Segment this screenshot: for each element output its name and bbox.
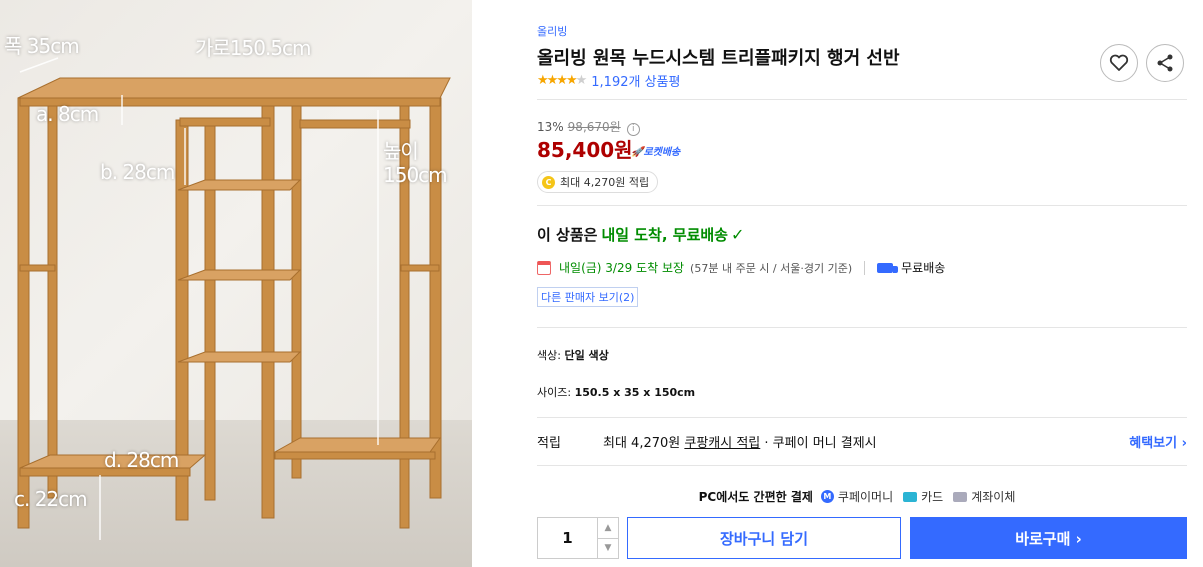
card-payment: 카드 xyxy=(903,488,943,505)
product-title: 올리빙 원목 누드시스템 트리플패키지 행거 선반 xyxy=(537,48,900,69)
separator xyxy=(864,260,866,275)
truck-icon xyxy=(877,262,899,273)
quantity-stepper[interactable]: 1 ▲ ▼ xyxy=(537,517,619,559)
arrival-headline: 이 상품은 내일 도착, 무료배송 ✓ xyxy=(537,224,744,245)
add-to-cart-button[interactable]: 장바구니 담기 xyxy=(627,517,901,559)
points-badge: C 최대 4,270원 적립 xyxy=(537,171,659,193)
discount-rate: 13% xyxy=(537,120,564,134)
arrival-green: 내일 도착, 무료배송 xyxy=(601,226,728,244)
other-sellers-button[interactable]: 다른 판매자 보기(2) xyxy=(537,287,639,307)
reward-text-before: 최대 4,270원 xyxy=(603,436,681,451)
bank-transfer: 계좌이체 xyxy=(953,488,1015,505)
review-count-link[interactable]: 1,192개 상품평 xyxy=(591,71,680,90)
dim-a: a. 8cm xyxy=(36,102,99,126)
card-icon xyxy=(903,491,918,502)
delivery-note: (57분 내 주문 시 / 서울·경기 기준) xyxy=(690,261,853,275)
product-image[interactable]: 폭 35cm 가로150.5cm 높이 150cm a. 8cm b. 28cm… xyxy=(0,0,472,567)
coupay-icon: M xyxy=(820,490,834,503)
dim-height: 150cm xyxy=(383,163,448,187)
arrival-prefix: 이 상품은 xyxy=(537,226,598,244)
payment-lead: PC에서도 간편한 결제 xyxy=(698,490,813,504)
size-option: 사이즈: 150.5 x 35 x 150cm xyxy=(537,384,695,400)
divider xyxy=(537,205,1187,206)
star-rating: ★★★★★ xyxy=(537,73,587,88)
delivery-row: 내일(금) 3/29 도착 보장 (57분 내 주문 시 / 서울·경기 기준)… xyxy=(537,259,945,276)
check-icon: ✓ xyxy=(730,225,745,244)
rocket-delivery-badge: 🚀로켓배송 xyxy=(631,147,681,158)
payment-bar: PC에서도 간편한 결제 M 쿠페이머니 카드 계좌이체 xyxy=(537,488,1187,505)
sale-price: 85,400원 xyxy=(537,138,633,162)
wishlist-button[interactable] xyxy=(1100,44,1138,82)
points-text: 최대 4,270원 적립 xyxy=(560,176,650,189)
quantity-up-button[interactable]: ▲ xyxy=(598,518,618,538)
dim-height-label: 높이 xyxy=(383,139,419,163)
free-shipping: 무료배송 xyxy=(901,261,946,275)
divider xyxy=(537,465,1187,466)
dim-d: d. 28cm xyxy=(104,448,179,472)
rating-row[interactable]: ★★★★★ 1,192개 상품평 xyxy=(537,71,680,90)
quantity-down-button[interactable]: ▼ xyxy=(598,537,618,559)
product-info: 올리빙 올리빙 원목 누드시스템 트리플패키지 행거 선반 ★★★★★ 1,19… xyxy=(537,0,1187,567)
share-icon xyxy=(1157,54,1173,72)
dim-length: 가로150.5cm xyxy=(195,36,312,60)
coupang-cash-link[interactable]: 쿠팡캐시 적립 xyxy=(684,432,760,451)
size-value: 150.5 x 35 x 150cm xyxy=(574,386,696,399)
share-button[interactable] xyxy=(1146,44,1184,82)
reward-label: 적립 xyxy=(537,436,561,451)
delivery-date: 내일(금) 3/29 도착 보장 xyxy=(559,261,685,275)
size-label: 사이즈: xyxy=(537,386,572,399)
original-price: 98,670원 xyxy=(567,120,621,134)
reward-text-after: · 쿠페이 머니 결제시 xyxy=(764,436,877,451)
card-label: 카드 xyxy=(921,490,944,504)
dim-width: 폭 35cm xyxy=(4,34,80,58)
divider xyxy=(537,417,1187,418)
buy-now-button[interactable]: 바로구매 › xyxy=(910,517,1187,559)
brand-link[interactable]: 올리빙 xyxy=(537,23,567,39)
calendar-icon xyxy=(537,260,551,275)
heart-icon xyxy=(1109,54,1129,71)
color-value: 단일 색상 xyxy=(564,349,609,362)
reward-row: 적립 최대 4,270원 쿠팡캐시 적립 · 쿠페이 머니 결제시 혜택보기 › xyxy=(537,432,1187,451)
bank-label: 계좌이체 xyxy=(971,490,1016,504)
benefits-link[interactable]: 혜택보기 › xyxy=(1129,432,1187,451)
quantity-input[interactable]: 1 xyxy=(538,518,597,558)
divider xyxy=(537,99,1187,100)
color-option: 색상: 단일 색상 xyxy=(537,347,609,363)
quantity-arrows: ▲ ▼ xyxy=(597,518,618,558)
bank-icon xyxy=(953,491,968,502)
dim-b: b. 28cm xyxy=(100,160,175,184)
dim-c: c. 22cm xyxy=(14,487,88,511)
color-label: 색상: xyxy=(537,349,561,362)
coin-icon: C xyxy=(542,175,555,189)
coupay-label: 쿠페이머니 xyxy=(837,490,894,504)
divider xyxy=(537,327,1187,328)
shelf-illustration xyxy=(17,57,451,540)
coupay-money: M 쿠페이머니 xyxy=(820,488,894,505)
